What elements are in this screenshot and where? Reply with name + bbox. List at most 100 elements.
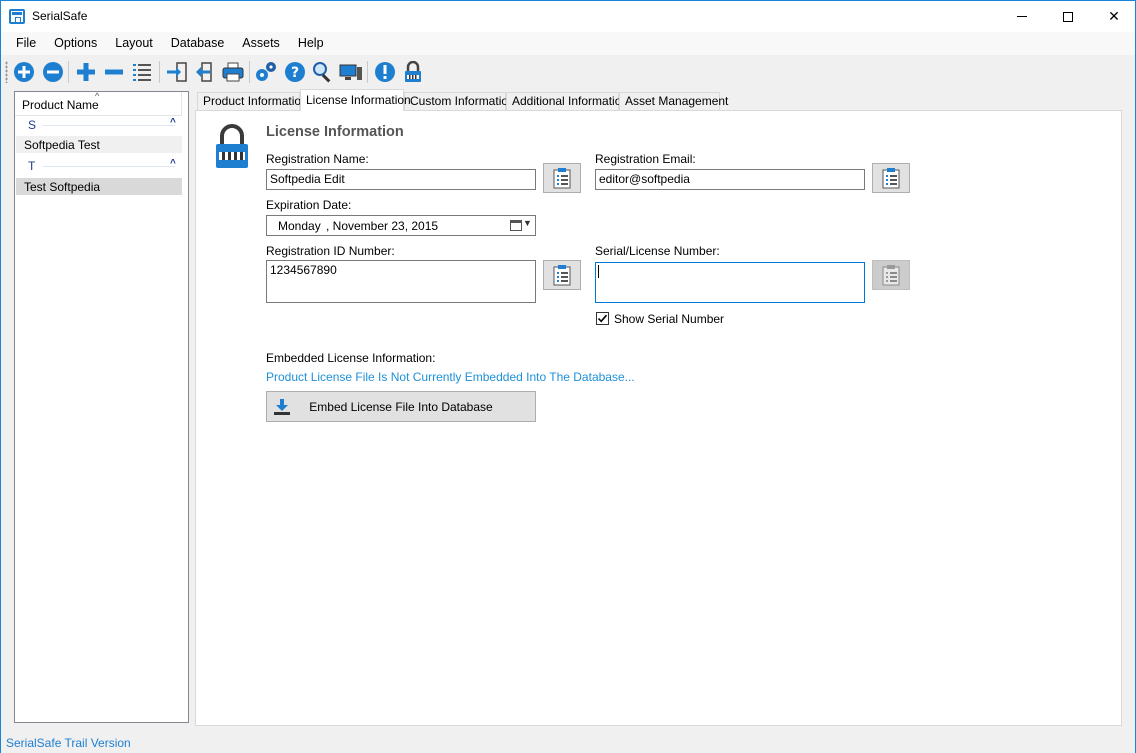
print-icon: [222, 62, 244, 82]
info-icon: [375, 62, 395, 82]
list-item-label: Test Softpedia: [24, 180, 101, 194]
registration-email-field[interactable]: editor@softpedia: [595, 169, 865, 190]
menu-help[interactable]: Help: [289, 32, 333, 55]
computer-icon: [339, 64, 362, 80]
menu-database[interactable]: Database: [162, 32, 234, 55]
remove-circle-icon: [43, 62, 63, 82]
search-button[interactable]: [311, 60, 335, 84]
paste-registration-email-button[interactable]: [872, 163, 910, 193]
list-view-button[interactable]: [130, 60, 154, 84]
embedded-license-label: Embedded License Information:: [266, 351, 436, 365]
remove-product-button[interactable]: [41, 60, 65, 84]
lock-button[interactable]: [401, 60, 425, 84]
toolbar-separator: [367, 61, 368, 83]
title-bar: SerialSafe ✕: [1, 1, 1135, 32]
show-serial-checkbox[interactable]: [596, 312, 609, 325]
checkmark-icon: [597, 314, 608, 323]
import-button[interactable]: [165, 60, 189, 84]
expiration-date-label: Expiration Date:: [266, 198, 352, 212]
show-serial-label[interactable]: Show Serial Number: [614, 312, 724, 326]
toolbar-separator: [159, 61, 160, 83]
group-divider: [43, 166, 175, 167]
maximize-button[interactable]: [1045, 1, 1091, 32]
tab-license-information[interactable]: License Information: [300, 89, 411, 111]
license-information-panel: License Information Registration Name: S…: [195, 110, 1122, 726]
expiration-date-picker[interactable]: Monday , November 23, 2015 ▼: [266, 215, 536, 236]
clipboard-icon: [553, 265, 571, 286]
add-button[interactable]: [74, 60, 98, 84]
clipboard-icon: [882, 168, 900, 189]
paste-serial-number-button[interactable]: [872, 260, 910, 290]
toolbar: ?: [1, 55, 1135, 87]
embedded-license-status: Product License File Is Not Currently Em…: [266, 370, 635, 384]
minimize-icon: [1017, 16, 1027, 17]
chevron-down-icon[interactable]: ▼: [523, 218, 532, 228]
group-divider: [43, 125, 175, 126]
group-header-s[interactable]: S ^: [15, 116, 188, 134]
embed-license-button[interactable]: Embed License File Into Database: [266, 391, 536, 422]
maximize-icon: [1063, 11, 1073, 22]
alert-button[interactable]: [373, 60, 397, 84]
menu-file[interactable]: File: [7, 32, 45, 55]
search-icon: [313, 62, 331, 83]
app-window: SerialSafe ✕ File Options Layout Databas…: [0, 0, 1136, 753]
group-letter: T: [28, 159, 36, 173]
close-button[interactable]: ✕: [1091, 1, 1136, 32]
remove-icon: [105, 69, 123, 75]
menu-options[interactable]: Options: [45, 32, 106, 55]
chevron-up-icon[interactable]: ^: [170, 117, 176, 128]
help-button[interactable]: ?: [283, 60, 307, 84]
help-icon: ?: [285, 62, 305, 82]
toolbar-separator: [249, 61, 250, 83]
tab-additional-information[interactable]: Additional Information: [506, 92, 628, 111]
registration-id-label: Registration ID Number:: [266, 244, 395, 258]
registration-email-label: Registration Email:: [595, 152, 696, 166]
toolbar-grip[interactable]: [5, 61, 8, 83]
computer-button[interactable]: [339, 60, 363, 84]
add-icon: [77, 63, 95, 81]
paste-registration-name-button[interactable]: [543, 163, 581, 193]
column-header-product-name[interactable]: Product Name ^: [15, 91, 181, 116]
registration-name-label: Registration Name:: [266, 152, 369, 166]
section-title: License Information: [266, 124, 404, 140]
tab-asset-management[interactable]: Asset Management: [619, 92, 728, 111]
product-list[interactable]: Product Name ^ S ^ Softpedia Test T ^ Te…: [14, 91, 189, 723]
clipboard-icon: [882, 265, 900, 286]
date-value: , November 23, 2015: [326, 219, 439, 233]
window-title: SerialSafe: [32, 9, 88, 23]
minimize-button[interactable]: [999, 1, 1045, 32]
add-circle-icon: [14, 62, 34, 82]
lock-icon: [216, 124, 248, 168]
date-day-of-week: Monday: [278, 219, 321, 233]
menu-assets[interactable]: Assets: [233, 32, 289, 55]
registration-name-field[interactable]: Softpedia Edit: [266, 169, 536, 190]
settings-button[interactable]: [254, 60, 278, 84]
column-divider[interactable]: [181, 92, 182, 116]
menu-bar: File Options Layout Database Assets Help: [1, 32, 1135, 55]
serial-number-field[interactable]: [595, 262, 865, 303]
menu-layout[interactable]: Layout: [106, 32, 162, 55]
group-header-t[interactable]: T ^: [15, 157, 188, 175]
toolbar-separator: [68, 61, 69, 83]
text-caret: [598, 265, 599, 278]
list-item[interactable]: Softpedia Test: [16, 136, 182, 153]
status-text: SerialSafe Trail Version: [6, 736, 131, 750]
add-product-button[interactable]: [12, 60, 36, 84]
list-icon: [133, 64, 151, 81]
group-letter: S: [28, 118, 37, 132]
svg-text:?: ?: [291, 65, 299, 81]
remove-button[interactable]: [102, 60, 126, 84]
import-icon: [167, 62, 187, 82]
tab-custom-information[interactable]: Custom Information: [404, 92, 515, 111]
registration-id-field[interactable]: 1234567890: [266, 260, 536, 303]
embed-license-button-label: Embed License File Into Database: [309, 400, 493, 414]
paste-registration-id-button[interactable]: [543, 260, 581, 290]
chevron-up-icon[interactable]: ^: [170, 158, 176, 169]
export-button[interactable]: [193, 60, 217, 84]
list-item[interactable]: Test Softpedia: [16, 178, 182, 195]
calendar-icon[interactable]: [510, 220, 522, 231]
column-header-label: Product Name: [22, 98, 99, 112]
lock-icon: [405, 61, 421, 82]
tab-product-information[interactable]: Product Information: [197, 92, 308, 111]
print-button[interactable]: [221, 60, 245, 84]
